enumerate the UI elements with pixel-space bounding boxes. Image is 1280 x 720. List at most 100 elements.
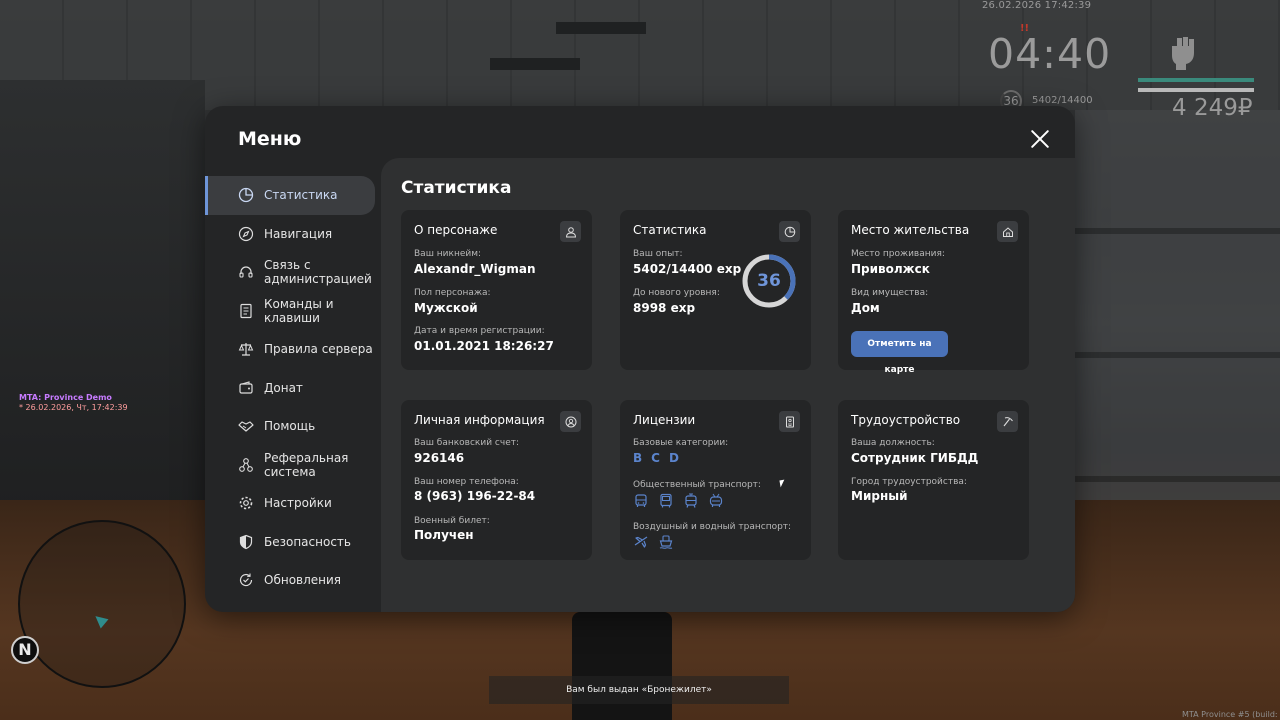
content-panel: Статистика О персонаже Ваш никнейм: Alex… bbox=[381, 158, 1075, 612]
pie-chart-icon bbox=[784, 226, 795, 237]
compass-icon bbox=[238, 226, 254, 241]
tram-icon bbox=[685, 493, 697, 508]
armor-bar bbox=[1138, 88, 1254, 92]
ceiling-lamp bbox=[490, 58, 580, 70]
sidebar-item-settings[interactable]: Настройки bbox=[205, 484, 381, 523]
sidebar-item-label: Команды и клавиши bbox=[264, 296, 334, 325]
sidebar-item-referral[interactable]: Реферальная система bbox=[205, 446, 381, 485]
phone-label: Ваш номер телефона: bbox=[414, 477, 519, 487]
position-value: Сотрудник ГИБДД bbox=[851, 451, 979, 465]
hud-datetime: 26.02.2026 17:42:39 bbox=[982, 0, 1092, 11]
health-bar bbox=[1138, 78, 1254, 82]
card-icon-box bbox=[560, 221, 581, 242]
military-value: Получен bbox=[414, 528, 474, 542]
property-label: Вид имущества: bbox=[851, 288, 929, 298]
card-icon-box bbox=[779, 411, 800, 432]
phone-value: 8 (963) 196-22-84 bbox=[414, 489, 536, 503]
card-personal: Личная информация Ваш банковский счет: 9… bbox=[401, 400, 592, 560]
license-categories: B C D bbox=[633, 451, 679, 465]
user-icon bbox=[565, 226, 576, 237]
card-title: Лицензии bbox=[633, 413, 696, 427]
menu-title: Меню bbox=[238, 128, 302, 150]
card-title: Личная информация bbox=[414, 413, 545, 427]
license-category: B bbox=[633, 451, 643, 465]
sidebar-item-label: Правила сервера bbox=[264, 342, 373, 357]
card-icon-box bbox=[779, 221, 800, 242]
property-value: Дом bbox=[851, 301, 880, 315]
mouse-cursor-icon bbox=[779, 479, 786, 488]
handshake-icon bbox=[238, 421, 254, 432]
sidebar-item-label: Помощь bbox=[264, 419, 316, 434]
menu-window: Меню Статистика Навигация Связь с админи… bbox=[205, 106, 1075, 612]
pie-chart-icon bbox=[238, 188, 254, 203]
position-label: Ваша должность: bbox=[851, 438, 935, 448]
refresh-check-icon bbox=[239, 573, 253, 587]
boat-icon bbox=[659, 535, 673, 549]
trolleybus-icon bbox=[709, 493, 723, 507]
sidebar-item-label: Навигация bbox=[264, 226, 333, 241]
sidebar-item-security[interactable]: Безопасность bbox=[205, 523, 381, 562]
minimap bbox=[18, 520, 186, 688]
next-level-label: До нового уровня: bbox=[633, 288, 720, 298]
sidebar-item-help[interactable]: Помощь bbox=[205, 407, 381, 446]
license-category: C bbox=[651, 451, 660, 465]
gender-label: Пол персонажа: bbox=[414, 288, 491, 298]
gear-icon bbox=[239, 496, 253, 510]
scales-icon bbox=[238, 343, 254, 356]
content-title: Статистика bbox=[401, 178, 512, 198]
sidebar-item-commands[interactable]: Команды и клавиши bbox=[205, 292, 381, 331]
level-value: 36 bbox=[757, 271, 781, 291]
sidebar-item-label: Настройки bbox=[264, 496, 332, 511]
sidebar-item-label: Безопасность bbox=[264, 534, 351, 549]
card-title: Трудоустройство bbox=[851, 413, 961, 427]
ceiling-lamp bbox=[556, 22, 646, 34]
military-label: Военный билет: bbox=[414, 516, 490, 526]
id-card-icon bbox=[785, 416, 794, 427]
hud-money: 4 249₽ bbox=[1172, 95, 1253, 121]
exp-label: Ваш опыт: bbox=[633, 249, 683, 259]
card-icon-box bbox=[560, 411, 581, 432]
plane-icon bbox=[634, 536, 648, 548]
sidebar: Статистика Навигация Связь с администрац… bbox=[205, 176, 381, 600]
card-residence: Место жительства Место проживания: Приво… bbox=[838, 210, 1029, 375]
sidebar-item-contact-admin[interactable]: Связь с администрацией bbox=[205, 253, 381, 292]
sidebar-item-statistics[interactable]: Статистика bbox=[205, 176, 375, 215]
public-transport-label: Общественный транспорт: bbox=[633, 480, 761, 490]
card-title: Место жительства bbox=[851, 223, 970, 237]
registration-label: Дата и время регистрации: bbox=[414, 326, 545, 336]
user-circle-icon bbox=[565, 416, 576, 427]
network-icon bbox=[239, 457, 253, 472]
fist-icon bbox=[1172, 37, 1194, 70]
wallet-icon bbox=[239, 381, 253, 394]
residence-place-value: Приволжск bbox=[851, 262, 930, 276]
hud-exp: 5402/14400 bbox=[1032, 95, 1093, 106]
bank-value: 926146 bbox=[414, 451, 465, 465]
card-title: О персонаже bbox=[414, 223, 498, 237]
sidebar-item-navigation[interactable]: Навигация bbox=[205, 215, 381, 254]
air-water-transport-label: Воздушный и водный транспорт: bbox=[633, 522, 792, 532]
mark-on-map-button[interactable]: Отметить на карте bbox=[851, 331, 948, 375]
bank-label: Ваш банковский счет: bbox=[414, 438, 520, 448]
house-icon bbox=[1002, 226, 1013, 237]
sidebar-item-updates[interactable]: Обновления bbox=[205, 561, 381, 600]
sidebar-item-label: Обновления bbox=[264, 573, 342, 588]
registration-value: 01.01.2021 18:26:27 bbox=[414, 339, 554, 353]
server-date: * 26.02.2026, Чт, 17:42:39 bbox=[19, 403, 128, 412]
sidebar-item-donate[interactable]: Донат bbox=[205, 369, 381, 408]
shield-icon bbox=[239, 534, 253, 549]
north-indicator: N bbox=[11, 636, 39, 664]
hud-clock: 04:40 bbox=[988, 30, 1112, 78]
card-title: Статистика bbox=[633, 223, 707, 237]
nickname-value: Alexandr_Wigman bbox=[414, 262, 536, 276]
coach-icon bbox=[660, 493, 672, 508]
background-wall-left bbox=[0, 80, 205, 540]
sidebar-item-rules[interactable]: Правила сервера bbox=[205, 330, 381, 369]
close-button[interactable] bbox=[1029, 128, 1051, 150]
sidebar-item-label: Связь с администрацией bbox=[264, 258, 372, 287]
public-transport-icons bbox=[633, 493, 724, 509]
gender-value: Мужской bbox=[414, 301, 478, 315]
document-icon bbox=[240, 303, 252, 318]
work-city-label: Город трудоустройства: bbox=[851, 477, 967, 487]
residence-place-label: Место проживания: bbox=[851, 249, 945, 259]
license-category: D bbox=[668, 451, 679, 465]
